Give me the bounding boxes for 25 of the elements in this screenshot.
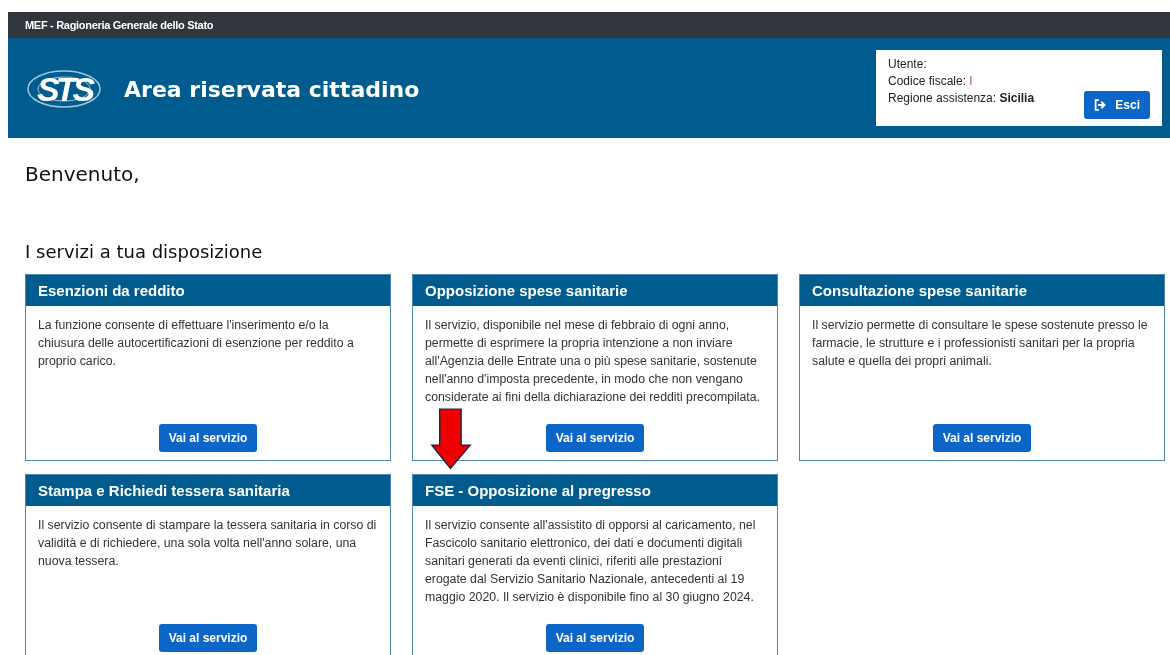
- logout-icon: [1094, 99, 1108, 111]
- service-button[interactable]: Vai al servizio: [158, 424, 258, 452]
- card-description: Il servizio, disponibile nel mese di febbraio di ogni anno, permette di esprimere la propria intenzione a non inviare all'Agenzia delle Entrate una o più spese sanitarie, sostenute nell'anno d'imposta precedente, in modo che non vengano considerate ai fini della dichiarazione dei redditi precompilata.: [425, 317, 761, 406]
- user-label: Utente:: [888, 57, 928, 71]
- service-button[interactable]: Vai al servizio: [158, 624, 258, 652]
- welcome-heading: Benvenuto,: [25, 162, 141, 186]
- card-description: Il servizio consente all'assistito di opporsi al caricamento, nel Fascicolo sanitario elettronico, dei dati e documenti digitali sanitari generati da eventi clinici, riferiti alle prestazioni erogate dal Servizio Sanitario Nazionale, antecedenti al 19 maggio 2020. Il servizio è disponibile fino al 30 giugno 2024.: [425, 517, 757, 606]
- site-title: MEF - Ragioneria Generale dello Stato: [25, 19, 214, 31]
- service-button[interactable]: Vai al servizio: [545, 424, 645, 452]
- fiscal-code: Codice fiscale: l: [888, 74, 974, 88]
- logout-button[interactable]: Esci: [1084, 91, 1150, 119]
- card-description: Il servizio permette di consultare le spese sostenute presso le farmacie, le strutture e i professionisti sanitari per la propria salute e quella dei propri animali.: [812, 317, 1149, 370]
- card-title: Esenzioni da reddito: [38, 282, 185, 299]
- services-heading: I servizi a tua disposizione: [25, 241, 264, 262]
- card-title: FSE - Opposizione al pregresso: [425, 482, 651, 499]
- app-title: Area riservata cittadino: [124, 76, 420, 102]
- card-description: Il servizio consente di stampare la tessera sanitaria in corso di validità e di richiedere, una sola volta nell'anno solare, una nuova tessera.: [38, 517, 378, 570]
- service-button[interactable]: Vai al servizio: [545, 624, 645, 652]
- card-title: Stampa e Richiedi tessera sanitaria: [38, 482, 290, 499]
- card-description: La funzione consente di effettuare l'inserimento e/o la chiusura delle autocertificazioni di esenzione per reddito a proprio carico.: [38, 317, 355, 370]
- card-title: Consultazione spese sanitarie: [812, 282, 1028, 299]
- card-title: Opposizione spese sanitarie: [425, 282, 628, 299]
- down-arrow-annotation: [430, 408, 472, 470]
- assistance-region: Regione assistenza: Sicilia: [888, 91, 1035, 105]
- service-button[interactable]: Vai al servizio: [932, 424, 1032, 452]
